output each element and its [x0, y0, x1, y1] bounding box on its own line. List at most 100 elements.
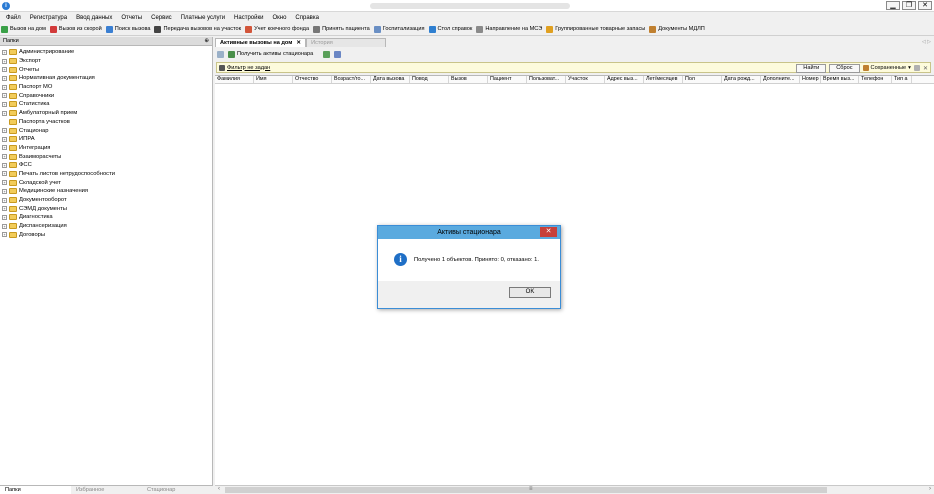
expand-icon[interactable]: + [2, 188, 7, 194]
expand-icon[interactable]: + [2, 136, 7, 142]
expand-icon[interactable]: + [2, 49, 7, 55]
toolbar-button-7[interactable]: Стол справок [428, 25, 472, 33]
ok-button[interactable]: OK [509, 287, 551, 298]
close-tab-icon[interactable]: ✕ [296, 40, 301, 46]
toolbar-button-1[interactable]: Вызов из скорой [49, 25, 102, 33]
menu-file[interactable]: Файл [6, 15, 21, 21]
menu-registry[interactable]: Регистратура [30, 15, 67, 21]
tree-item[interactable]: + Взаиморасчеты [0, 152, 212, 161]
toolbar-button-2[interactable]: Поиск вызова [105, 25, 150, 33]
toolbar-button-4[interactable]: Учет коечного фонда [245, 25, 309, 33]
column-header[interactable]: Адрес выз... [605, 76, 644, 83]
column-header[interactable]: Номер [800, 76, 821, 83]
tab-folders[interactable]: Папки [0, 486, 71, 494]
expand-icon[interactable]: + [2, 162, 7, 168]
dialog-close-button[interactable]: ✕ [540, 227, 557, 237]
tree-item[interactable]: + Диагностика [0, 213, 212, 222]
column-header[interactable]: Лет/месяцев [644, 76, 683, 83]
column-header[interactable]: Фамилия [215, 76, 254, 83]
maximize-button[interactable]: ❐ [902, 1, 916, 10]
close-window-button[interactable]: ✕ [918, 1, 932, 10]
expand-icon[interactable]: + [2, 232, 7, 238]
column-header[interactable]: Тип а [892, 76, 912, 83]
column-header[interactable]: Возраст/го... [332, 76, 371, 83]
scroll-thumb[interactable] [225, 487, 827, 493]
expand-icon[interactable]: + [2, 58, 7, 64]
tree-item[interactable]: + ИПРА [0, 135, 212, 144]
expand-icon[interactable]: + [2, 171, 7, 177]
column-header[interactable]: Участок [566, 76, 605, 83]
column-header[interactable]: Телефон [859, 76, 892, 83]
menu-window[interactable]: Окно [272, 15, 286, 21]
scroll-right-icon[interactable]: › [929, 486, 931, 492]
column-header[interactable]: Отчество [293, 76, 332, 83]
tree-item[interactable]: + Стационар [0, 126, 212, 135]
tabs-nav-arrows[interactable]: ◁ ▷ [922, 39, 931, 45]
toolbar-button-8[interactable]: Направление на МСЭ [476, 25, 542, 33]
tree-item[interactable]: + Паспорт МО [0, 83, 212, 92]
toolbar-button-9[interactable]: Группированные товарные запасы [546, 25, 645, 33]
tree-item[interactable]: + Интеграция [0, 144, 212, 153]
get-stationary-assets-button[interactable]: Получить активы стационара [228, 50, 313, 58]
column-header[interactable]: Вызов [449, 76, 488, 83]
expand-icon[interactable]: + [2, 128, 7, 134]
close-filter-icon[interactable]: ✕ [923, 65, 928, 72]
expand-icon[interactable]: + [2, 75, 7, 81]
expand-icon[interactable]: + [2, 93, 7, 99]
tree-item[interactable]: + СЭМД документы [0, 204, 212, 213]
tree-item[interactable]: + Печать листов нетрудоспособности [0, 170, 212, 179]
column-header[interactable]: Повод [410, 76, 449, 83]
toolbar-button-5[interactable]: Принять пациента [313, 25, 370, 33]
tree-item[interactable]: Паспорта участков [0, 118, 212, 127]
toolbar-button-3[interactable]: Передача вызовов на участок [154, 25, 241, 33]
expand-icon[interactable]: + [2, 197, 7, 203]
expand-icon[interactable]: + [2, 101, 7, 107]
expand-icon[interactable]: + [2, 145, 7, 151]
tree-item[interactable]: + Нормативная документация [0, 74, 212, 83]
tree-item[interactable]: + Экспорт [0, 57, 212, 66]
filter-link[interactable]: Фильтр не задан [227, 65, 270, 71]
tree-item[interactable]: + Статистика [0, 100, 212, 109]
expand-icon[interactable]: + [2, 180, 7, 186]
column-header[interactable]: Время выз... [821, 76, 859, 83]
tree-item[interactable]: + Отчеты [0, 65, 212, 74]
tab-favorites[interactable]: Избранное [71, 486, 142, 494]
pin-icon[interactable]: ⊕ [204, 38, 209, 44]
horizontal-scrollbar[interactable]: ‹ ≡ › [215, 485, 934, 494]
expand-icon[interactable]: + [2, 206, 7, 212]
find-button[interactable]: Найти [796, 63, 827, 73]
tree-item[interactable]: + Документооборот [0, 196, 212, 205]
tab-hospital[interactable]: Стационар [142, 486, 213, 494]
menu-service[interactable]: Сервис [151, 15, 172, 21]
column-header[interactable]: Имя [254, 76, 293, 83]
menu-data-entry[interactable]: Ввод данных [76, 15, 112, 21]
grid-settings-icon[interactable] [217, 50, 224, 58]
menu-help[interactable]: Справка [295, 15, 319, 21]
minimize-button[interactable]: ▁ [886, 1, 900, 10]
tree-item[interactable]: + Складской учет [0, 178, 212, 187]
toolbar-button-6[interactable]: Госпитализация [373, 25, 425, 33]
toolbar-button-0[interactable]: Вызов на дом [1, 25, 46, 33]
tree-item[interactable]: + Справочники [0, 91, 212, 100]
tree-item[interactable]: + Администрирование [0, 48, 212, 57]
menu-settings[interactable]: Настройки [234, 15, 263, 21]
column-header[interactable]: Дата рожд... [722, 76, 761, 83]
expand-icon[interactable]: + [2, 67, 7, 73]
grid-view-icon[interactable] [334, 50, 342, 58]
expand-icon[interactable]: + [2, 110, 7, 116]
tab-active-home-calls[interactable]: Активные вызовы на дом ✕ [215, 38, 307, 47]
column-header[interactable]: Дополните... [761, 76, 800, 83]
tree-item[interactable]: + Амбулаторный прием [0, 109, 212, 118]
expand-icon[interactable]: + [2, 84, 7, 90]
saved-filters-dropdown[interactable]: Сохраненные ▾ [862, 65, 911, 71]
menu-paid-services[interactable]: Платные услуги [181, 15, 225, 21]
column-header[interactable]: Дата вызова [371, 76, 410, 83]
expand-icon[interactable]: + [2, 223, 7, 229]
expand-icon[interactable]: + [2, 154, 7, 160]
column-header[interactable]: Пол [683, 76, 722, 83]
column-header[interactable]: Пациент [488, 76, 527, 83]
tree-item[interactable]: + Договоры [0, 230, 212, 239]
tree-item[interactable]: + Диспансеризация [0, 222, 212, 231]
tab-history[interactable]: История [306, 38, 387, 47]
reset-button[interactable]: Сброс [829, 63, 860, 73]
